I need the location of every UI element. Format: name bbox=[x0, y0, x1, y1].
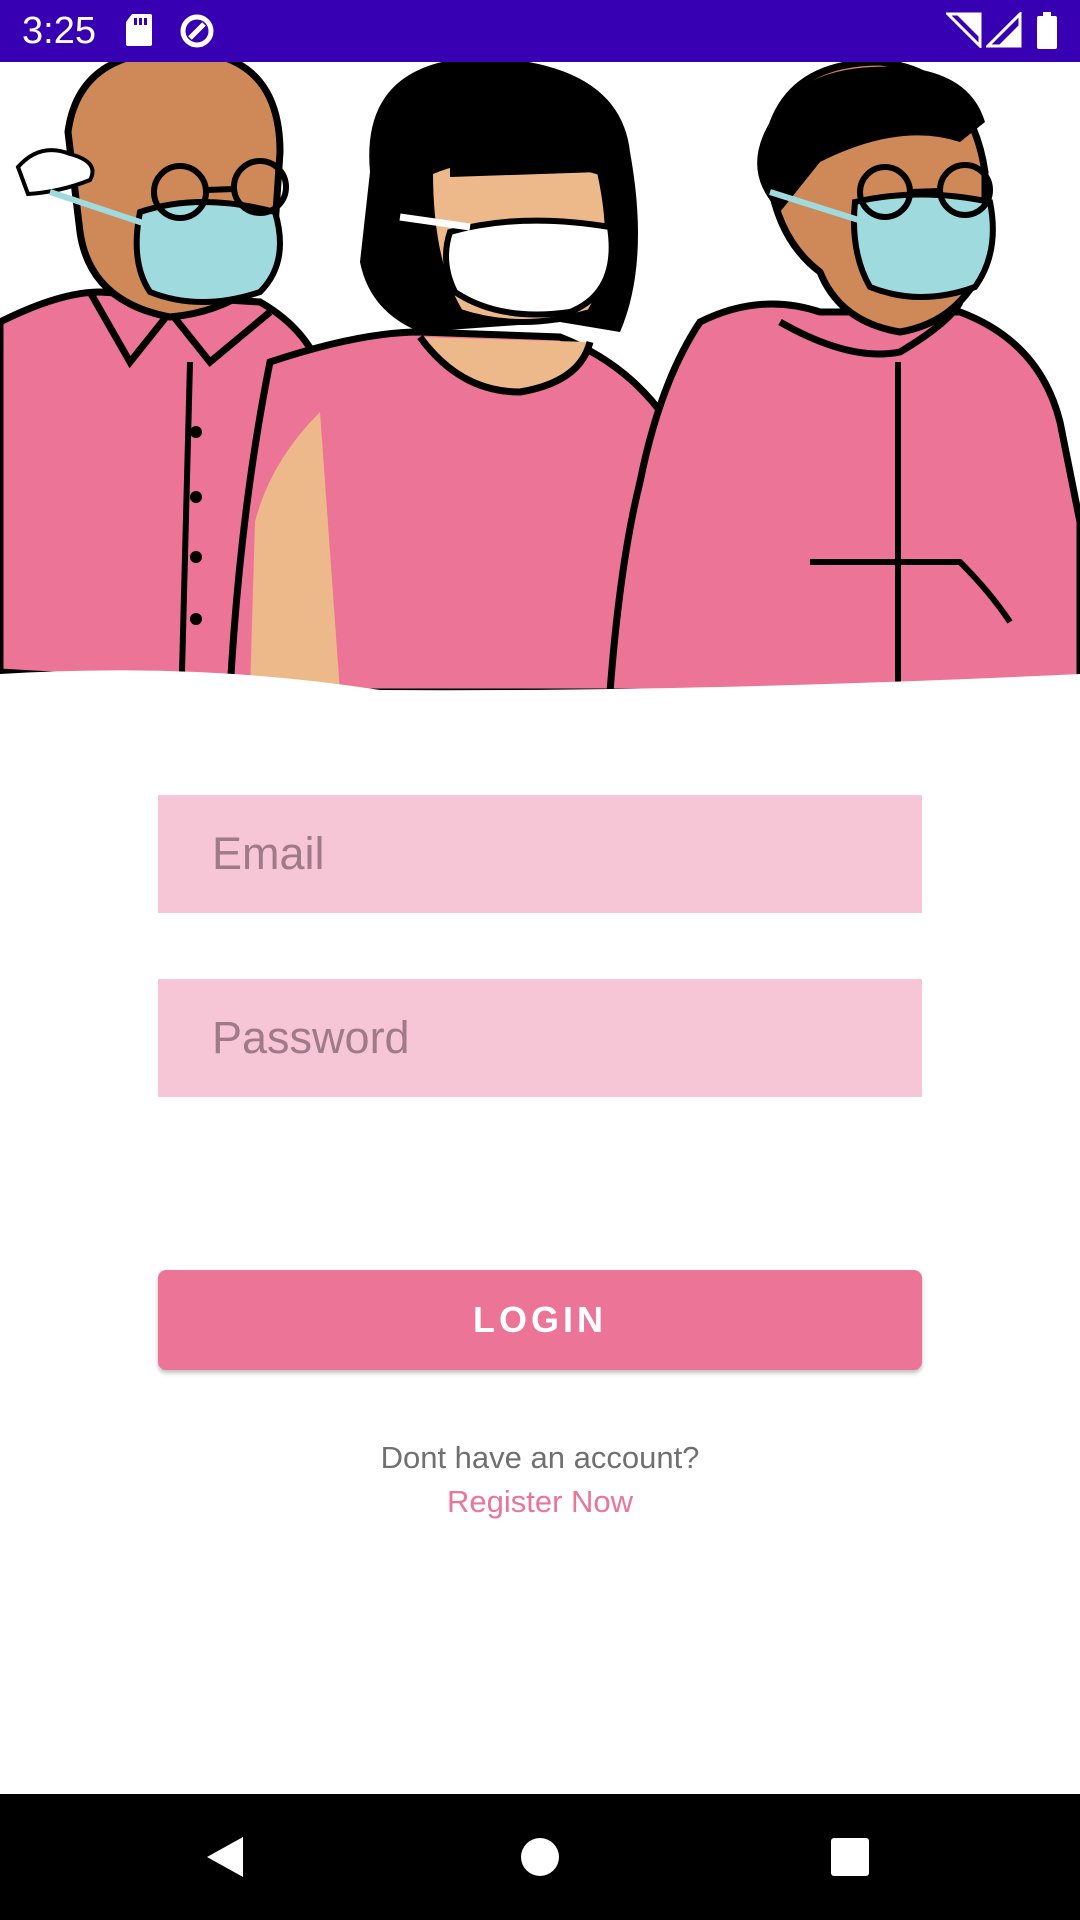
email-field[interactable] bbox=[158, 795, 922, 913]
navigation-bar bbox=[0, 1794, 1080, 1920]
person-right-illustration bbox=[606, 58, 1080, 696]
home-icon[interactable] bbox=[505, 1822, 575, 1892]
wifi-icon bbox=[944, 12, 982, 53]
login-button[interactable]: LOGIN bbox=[158, 1270, 922, 1370]
battery-icon bbox=[1036, 12, 1058, 55]
people-in-masks-illustration bbox=[0, 47, 1080, 702]
login-screen: 3:25 Email LOGIN Dont have an account? R… bbox=[0, 0, 1080, 1920]
sd-card-icon bbox=[124, 12, 154, 53]
account-prompt-text: Dont have an account? bbox=[380, 1440, 700, 1475]
data-saver-icon bbox=[178, 12, 216, 55]
register-now-link[interactable]: Register Now bbox=[0, 1484, 1080, 1520]
password-field[interactable] bbox=[158, 979, 922, 1097]
recents-icon[interactable] bbox=[815, 1822, 885, 1892]
back-icon[interactable] bbox=[190, 1822, 260, 1892]
status-time: 3:25 bbox=[22, 10, 96, 52]
cellular-signal-icon bbox=[984, 10, 1022, 53]
status-bar: 3:25 bbox=[0, 0, 1080, 62]
